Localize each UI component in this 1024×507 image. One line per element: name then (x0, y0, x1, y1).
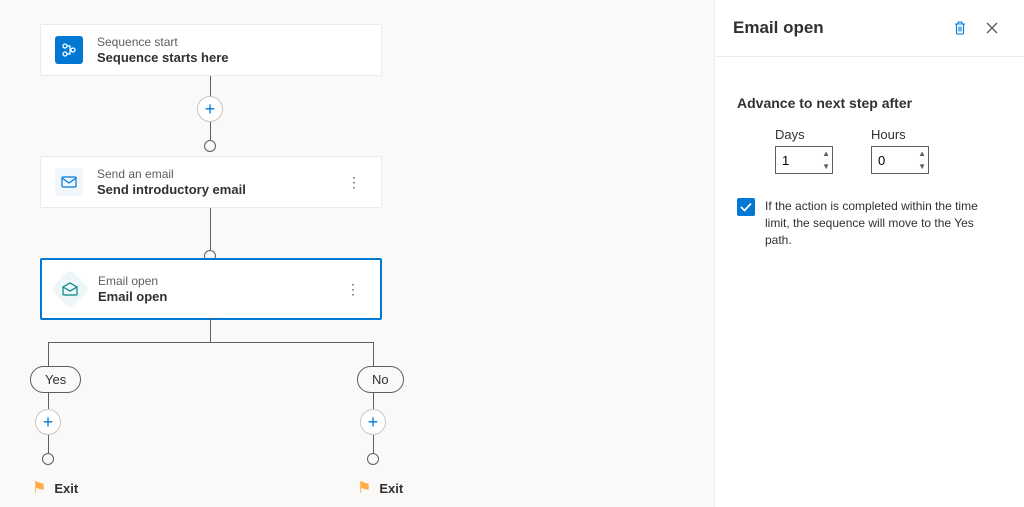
open-mail-icon (50, 269, 90, 309)
hours-label: Hours (871, 127, 929, 142)
connector-line (48, 393, 49, 409)
node-text: Send an email Send introductory email (97, 167, 246, 197)
days-label: Days (775, 127, 833, 142)
branch-no-label: No (372, 372, 389, 387)
connector-dot (367, 453, 379, 465)
connector-line (373, 342, 374, 366)
days-spinbox[interactable]: ▲ ▼ (775, 146, 833, 174)
add-step-yes-button[interactable]: + (35, 409, 61, 435)
connector-line (48, 342, 373, 343)
node-menu-button[interactable]: ⋮ (341, 173, 367, 191)
checkbox-label: If the action is completed within the ti… (765, 198, 1002, 248)
hours-field: Hours ▲ ▼ (871, 127, 929, 174)
node-title: Send introductory email (97, 182, 246, 197)
mail-icon (55, 168, 83, 196)
exit-label: Exit (379, 481, 403, 496)
panel-header: Email open (715, 0, 1024, 57)
connector-dot (42, 453, 54, 465)
branch-icon (55, 36, 83, 64)
node-send-email[interactable]: Send an email Send introductory email ⋮ (40, 156, 382, 208)
connector-line (48, 435, 49, 453)
node-subtitle: Send an email (97, 167, 246, 181)
connector-line (210, 76, 211, 96)
branch-yes-label: Yes (45, 372, 66, 387)
close-button[interactable] (978, 14, 1006, 42)
connector-line (373, 435, 374, 453)
check-icon (740, 202, 752, 212)
branch-yes-pill[interactable]: Yes (30, 366, 81, 393)
node-subtitle: Sequence start (97, 35, 229, 49)
exit-no[interactable]: ⚑ Exit (357, 478, 403, 498)
days-input[interactable] (776, 147, 820, 173)
exit-yes[interactable]: ⚑ Exit (32, 478, 78, 498)
hours-up-button[interactable]: ▲ (916, 147, 928, 160)
days-up-button[interactable]: ▲ (820, 147, 832, 160)
hours-spinbox[interactable]: ▲ ▼ (871, 146, 929, 174)
panel-title: Email open (733, 18, 942, 38)
close-icon (985, 21, 999, 35)
node-email-open[interactable]: Email open Email open ⋮ (40, 258, 382, 320)
connector-line (210, 318, 211, 342)
add-step-button[interactable]: + (197, 96, 223, 122)
flag-icon: ⚑ (32, 478, 46, 498)
trash-icon (952, 20, 968, 36)
completion-checkbox[interactable] (737, 198, 755, 216)
node-title: Email open (98, 289, 167, 304)
panel-body: Advance to next step after Days ▲ ▼ Hour… (715, 57, 1024, 266)
delete-button[interactable] (946, 14, 974, 42)
connector-line (48, 342, 49, 366)
section-label: Advance to next step after (737, 95, 1002, 111)
add-step-no-button[interactable]: + (360, 409, 386, 435)
connector-line (210, 208, 211, 250)
node-sequence-start[interactable]: Sequence start Sequence starts here (40, 24, 382, 76)
node-title: Sequence starts here (97, 50, 229, 65)
connector-line (373, 393, 374, 409)
details-panel: Email open Advance to next step after Da… (714, 0, 1024, 507)
node-subtitle: Email open (98, 274, 167, 288)
flag-icon: ⚑ (357, 478, 371, 498)
connector-line (210, 122, 211, 140)
exit-label: Exit (54, 481, 78, 496)
node-text: Sequence start Sequence starts here (97, 35, 229, 65)
connector-dot (204, 140, 216, 152)
flow-canvas: Sequence start Sequence starts here + Se… (0, 0, 714, 507)
branch-no-pill[interactable]: No (357, 366, 404, 393)
node-menu-button[interactable]: ⋮ (340, 280, 366, 298)
checkbox-row: If the action is completed within the ti… (737, 198, 1002, 248)
hours-input[interactable] (872, 147, 916, 173)
days-down-button[interactable]: ▼ (820, 160, 832, 173)
days-field: Days ▲ ▼ (775, 127, 833, 174)
hours-down-button[interactable]: ▼ (916, 160, 928, 173)
node-text: Email open Email open (98, 274, 167, 304)
